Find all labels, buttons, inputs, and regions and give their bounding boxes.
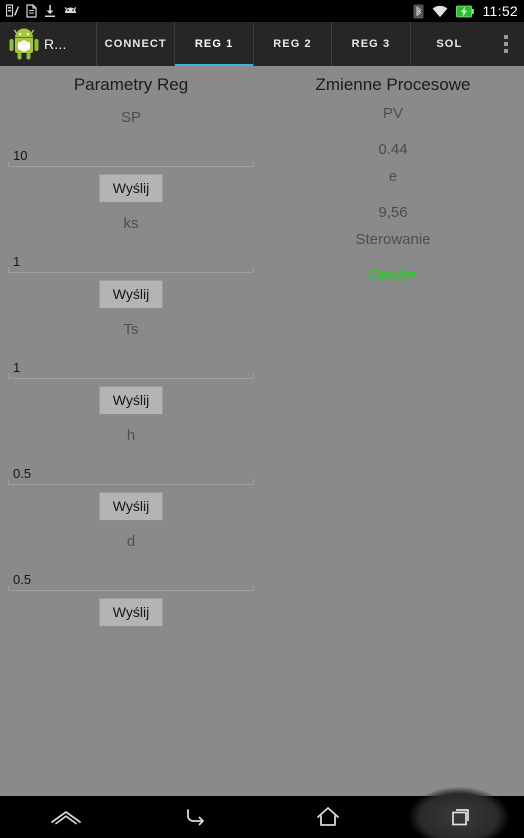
wifi-icon xyxy=(432,5,447,17)
field-label-d: d xyxy=(126,533,136,551)
send-button-sp[interactable]: Wyślij xyxy=(98,174,164,204)
field-label-h: h xyxy=(126,427,136,445)
readout-value-sterowanie: Otwórz xyxy=(369,267,417,284)
readout-value-e: 9,56 xyxy=(378,204,408,221)
readout-label-pv: PV xyxy=(382,105,403,122)
input-h-value: 0.5 xyxy=(13,466,32,482)
status-bar-right-icons: 11:52 xyxy=(413,3,519,19)
tab-connect[interactable]: CONNECT xyxy=(96,22,174,66)
document-icon xyxy=(26,4,37,18)
left-pane-title: Parametry Reg xyxy=(73,75,189,94)
right-pane-title: Zmienne Procesowe xyxy=(315,75,471,94)
bluetooth-icon xyxy=(413,4,423,18)
input-ts-value: 1 xyxy=(13,360,21,376)
usb-debug-icon xyxy=(6,4,19,17)
send-row-h: Wyślij xyxy=(4,492,258,522)
input-sp[interactable]: 10 xyxy=(8,137,254,167)
menu-chevron-icon[interactable] xyxy=(0,796,131,838)
tab-reg-2[interactable]: REG 2 xyxy=(252,22,331,66)
status-bar-clock: 11:52 xyxy=(482,3,518,19)
field-label-ks: ks xyxy=(123,215,139,233)
send-button-ks[interactable]: Wyślij xyxy=(98,280,164,310)
tab-sol[interactable]: SOL xyxy=(409,22,488,66)
android-head-icon xyxy=(64,6,77,13)
right-pane-zmienne-procesowe: Zmienne Procesowe PV 0.44 e 9,56 Sterowa… xyxy=(262,66,524,796)
readout-value-pv: 0.44 xyxy=(378,141,408,158)
navigation-bar xyxy=(0,796,524,838)
tab-bar: CONNECT REG 1 REG 2 REG 3 SOL xyxy=(96,22,488,68)
app-title: R... xyxy=(44,36,67,52)
home-icon[interactable] xyxy=(262,796,393,838)
readout-label-sterowanie: Sterowanie xyxy=(355,231,431,248)
input-ts[interactable]: 1 xyxy=(8,349,254,380)
android-screen: 11:52 R... CONNECT REG 1 REG 2 REG 3 SOL… xyxy=(0,0,524,838)
back-icon[interactable] xyxy=(131,796,262,838)
recents-icon[interactable] xyxy=(393,796,524,838)
send-row-d: Wyślij xyxy=(4,598,258,628)
content-area: Parametry Reg SP 10 Wyślij ks 1 Wyślij T… xyxy=(0,66,524,796)
battery-charging-icon xyxy=(455,5,474,17)
field-label-ts: Ts xyxy=(123,321,139,339)
send-button-ts[interactable]: Wyślij xyxy=(98,386,164,416)
send-row-ks: Wyślij xyxy=(4,280,258,310)
send-row-sp: Wyślij xyxy=(4,174,258,204)
input-d-value: 0.5 xyxy=(13,572,32,588)
input-h[interactable]: 0.5 xyxy=(8,455,254,486)
input-ks-value: 1 xyxy=(13,254,21,270)
field-label-sp: SP xyxy=(120,109,141,126)
tab-reg-1[interactable]: REG 1 xyxy=(174,22,254,68)
send-button-h[interactable]: Wyślij xyxy=(98,492,164,522)
input-d[interactable]: 0.5 xyxy=(8,561,254,592)
send-row-ts: Wyślij xyxy=(4,386,258,416)
tab-reg-3[interactable]: REG 3 xyxy=(331,22,409,66)
input-ks[interactable]: 1 xyxy=(8,243,254,274)
download-icon xyxy=(45,5,55,17)
send-button-d[interactable]: Wyślij xyxy=(98,598,164,628)
status-bar: 11:52 xyxy=(0,0,524,22)
app-branding[interactable]: R... xyxy=(0,22,96,66)
status-bar-left-icons xyxy=(6,4,78,18)
input-sp-value: 10 xyxy=(13,148,28,163)
readout-label-e: e xyxy=(388,168,398,185)
left-pane-parametry-reg: Parametry Reg SP 10 Wyślij ks 1 Wyślij T… xyxy=(0,66,262,796)
action-bar: R... CONNECT REG 1 REG 2 REG 3 SOL xyxy=(0,22,524,68)
android-robot-icon xyxy=(9,28,39,60)
overflow-menu-icon[interactable] xyxy=(488,22,524,66)
